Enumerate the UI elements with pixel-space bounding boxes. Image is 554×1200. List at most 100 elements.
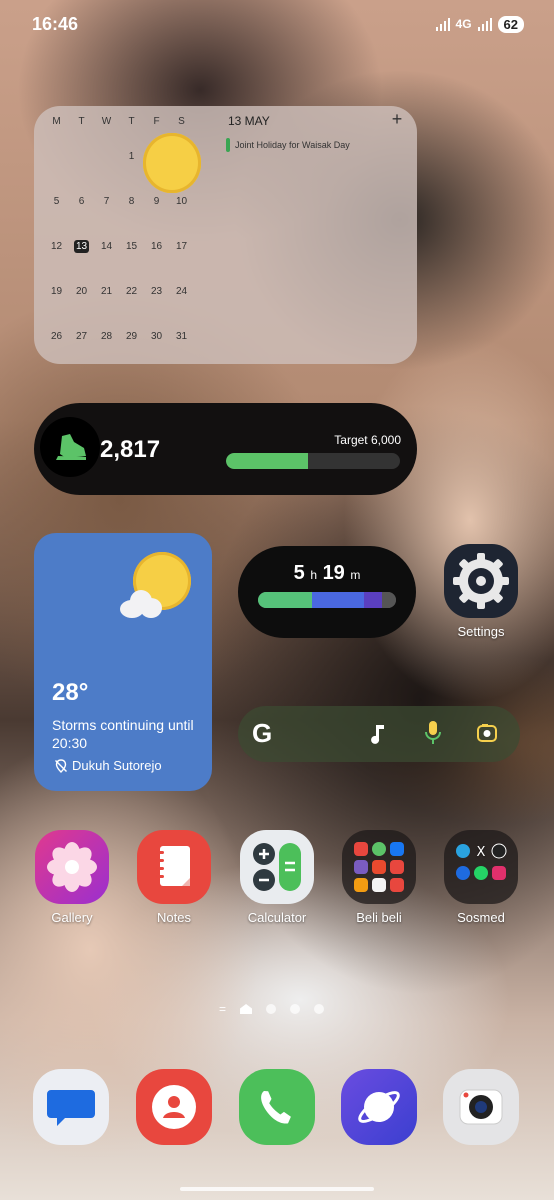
calendar-day[interactable]: 21 [94, 284, 119, 297]
folder-sosmed[interactable]: X Sosmed [436, 830, 526, 925]
page-dot [290, 1004, 301, 1014]
calendar-week: 121314151617 1 8 [44, 133, 234, 284]
app-label: Notes [157, 910, 191, 925]
app-settings[interactable]: Settings [436, 544, 526, 639]
calendar-day[interactable]: 12 [44, 239, 69, 252]
flower-icon [35, 830, 109, 904]
calendar-weeks: 1234567891011121314151617181920212223242… [44, 133, 234, 374]
folder-beli-beli[interactable]: Beli beli [334, 830, 424, 925]
internet-icon [341, 1069, 417, 1145]
calendar-day[interactable]: 15 [119, 239, 144, 252]
step-count: 2,817 [100, 436, 161, 463]
weather-description: Storms continuing until 20:30 [52, 717, 194, 751]
app-label: Gallery [51, 910, 93, 925]
calendar-day[interactable]: 26 [44, 329, 69, 342]
event-color-bar [226, 138, 230, 152]
folder-icon [342, 830, 416, 904]
calendar-day[interactable]: 22 [119, 284, 144, 297]
step-counter-widget[interactable]: 2,817 Target 6,000 [34, 403, 417, 495]
lens-icon[interactable] [476, 722, 498, 744]
calendar-day[interactable]: 6 [69, 194, 94, 207]
app-gallery[interactable]: Gallery [27, 830, 117, 925]
calendar-day[interactable]: 24 [169, 284, 194, 297]
calendar-day[interactable]: 10 [169, 194, 194, 207]
calendar-day[interactable]: 31 [169, 329, 194, 342]
plus-icon[interactable]: + [389, 110, 405, 128]
calendar-day[interactable]: 17 [169, 239, 194, 252]
cloud-icon [120, 590, 164, 618]
hours-unit: h [310, 568, 317, 582]
calendar-day[interactable]: 8 [119, 194, 144, 207]
app-label: Beli beli [356, 910, 402, 925]
app-calculator[interactable]: Calculator [232, 830, 322, 925]
google-search-bar[interactable]: G [238, 706, 520, 762]
mic-icon[interactable] [424, 720, 442, 746]
sleep-widget[interactable]: 5 h 19 m [238, 546, 416, 638]
home-page-icon [240, 1004, 253, 1014]
minutes-unit: m [350, 568, 361, 582]
calendar-day[interactable]: 5 [44, 194, 69, 207]
calendar-day[interactable]: 9 [144, 194, 169, 207]
app-camera[interactable] [436, 1069, 526, 1151]
page-dot [266, 1004, 277, 1014]
app-messages[interactable] [26, 1069, 116, 1151]
location-off-icon [55, 758, 67, 773]
calendar-day-today[interactable]: 13 [69, 239, 94, 253]
calendar-day[interactable]: 27 [69, 329, 94, 342]
sleep-stages-bar [258, 592, 396, 608]
calendar-day[interactable]: 14 [94, 239, 119, 252]
step-target: Target 6,000 [334, 433, 401, 447]
sleep-duration: 5 h 19 m [238, 562, 416, 585]
music-search-icon[interactable] [368, 722, 388, 746]
weekday: S [178, 116, 185, 127]
app-internet[interactable] [334, 1069, 424, 1151]
home-indicator[interactable] [180, 1187, 374, 1191]
step-progress-fill [226, 453, 308, 469]
sleep-hours: 5 [293, 562, 305, 584]
app-label: Sosmed [457, 910, 505, 925]
calendar-widget[interactable]: M T W T F S S 12345678910111213141516171… [34, 106, 417, 364]
calendar-day[interactable]: 29 [119, 329, 144, 342]
messages-icon [33, 1069, 109, 1145]
calendar-day[interactable]: 1 [119, 149, 144, 162]
clock: 16:46 [32, 13, 79, 34]
calendar-week: 26 27 28 29 30 31 [44, 133, 234, 374]
calculator-icon [240, 830, 314, 904]
camera-icon [443, 1069, 519, 1145]
calendar-day[interactable]: 16 [144, 239, 169, 252]
weekday: T [78, 116, 85, 127]
calendar-day[interactable]: 19 [44, 284, 69, 297]
folder-icon: X [444, 830, 518, 904]
app-contacts[interactable] [129, 1069, 219, 1151]
calendar-day[interactable]: 30 [144, 329, 169, 342]
page-indicator[interactable]: = [219, 1002, 325, 1016]
status-icons: 4G 62 [435, 15, 524, 33]
sleep-minutes: 19 [322, 562, 345, 584]
app-label: Calculator [247, 910, 307, 925]
calendar-day [69, 149, 94, 151]
network-type: 4G [455, 17, 472, 31]
app-phone[interactable] [232, 1069, 322, 1151]
step-progress-bar [226, 453, 400, 469]
weekday-header: M T W T F S S [44, 114, 234, 193]
calendar-day [143, 133, 201, 193]
calendar-event[interactable]: Joint Holiday for Waisak Day [226, 138, 350, 152]
menu-lines-icon: = [219, 1002, 227, 1016]
app-notes[interactable]: Notes [129, 830, 219, 925]
weekday: W [101, 116, 112, 127]
calendar-day[interactable]: 28 [94, 329, 119, 342]
weather-widget[interactable]: 28° Storms continuing until 20:30 Dukuh … [34, 533, 212, 791]
sleep-stage-rem [312, 592, 364, 608]
calendar-day[interactable]: 23 [144, 284, 169, 297]
sleep-stage-deep [364, 592, 382, 608]
phone-icon [239, 1069, 315, 1145]
shoe-icon [40, 417, 100, 477]
calendar-month-grid[interactable]: M T W T F S S 12345678910111213141516171… [44, 114, 234, 374]
notes-icon [137, 830, 211, 904]
calendar-day[interactable]: 20 [69, 284, 94, 297]
sleep-stage-light [258, 592, 312, 608]
weekday: M [52, 116, 61, 127]
signal-icon-2 [477, 17, 492, 31]
calendar-day[interactable]: 7 [94, 194, 119, 207]
selected-date: 13 MAY [228, 114, 270, 128]
